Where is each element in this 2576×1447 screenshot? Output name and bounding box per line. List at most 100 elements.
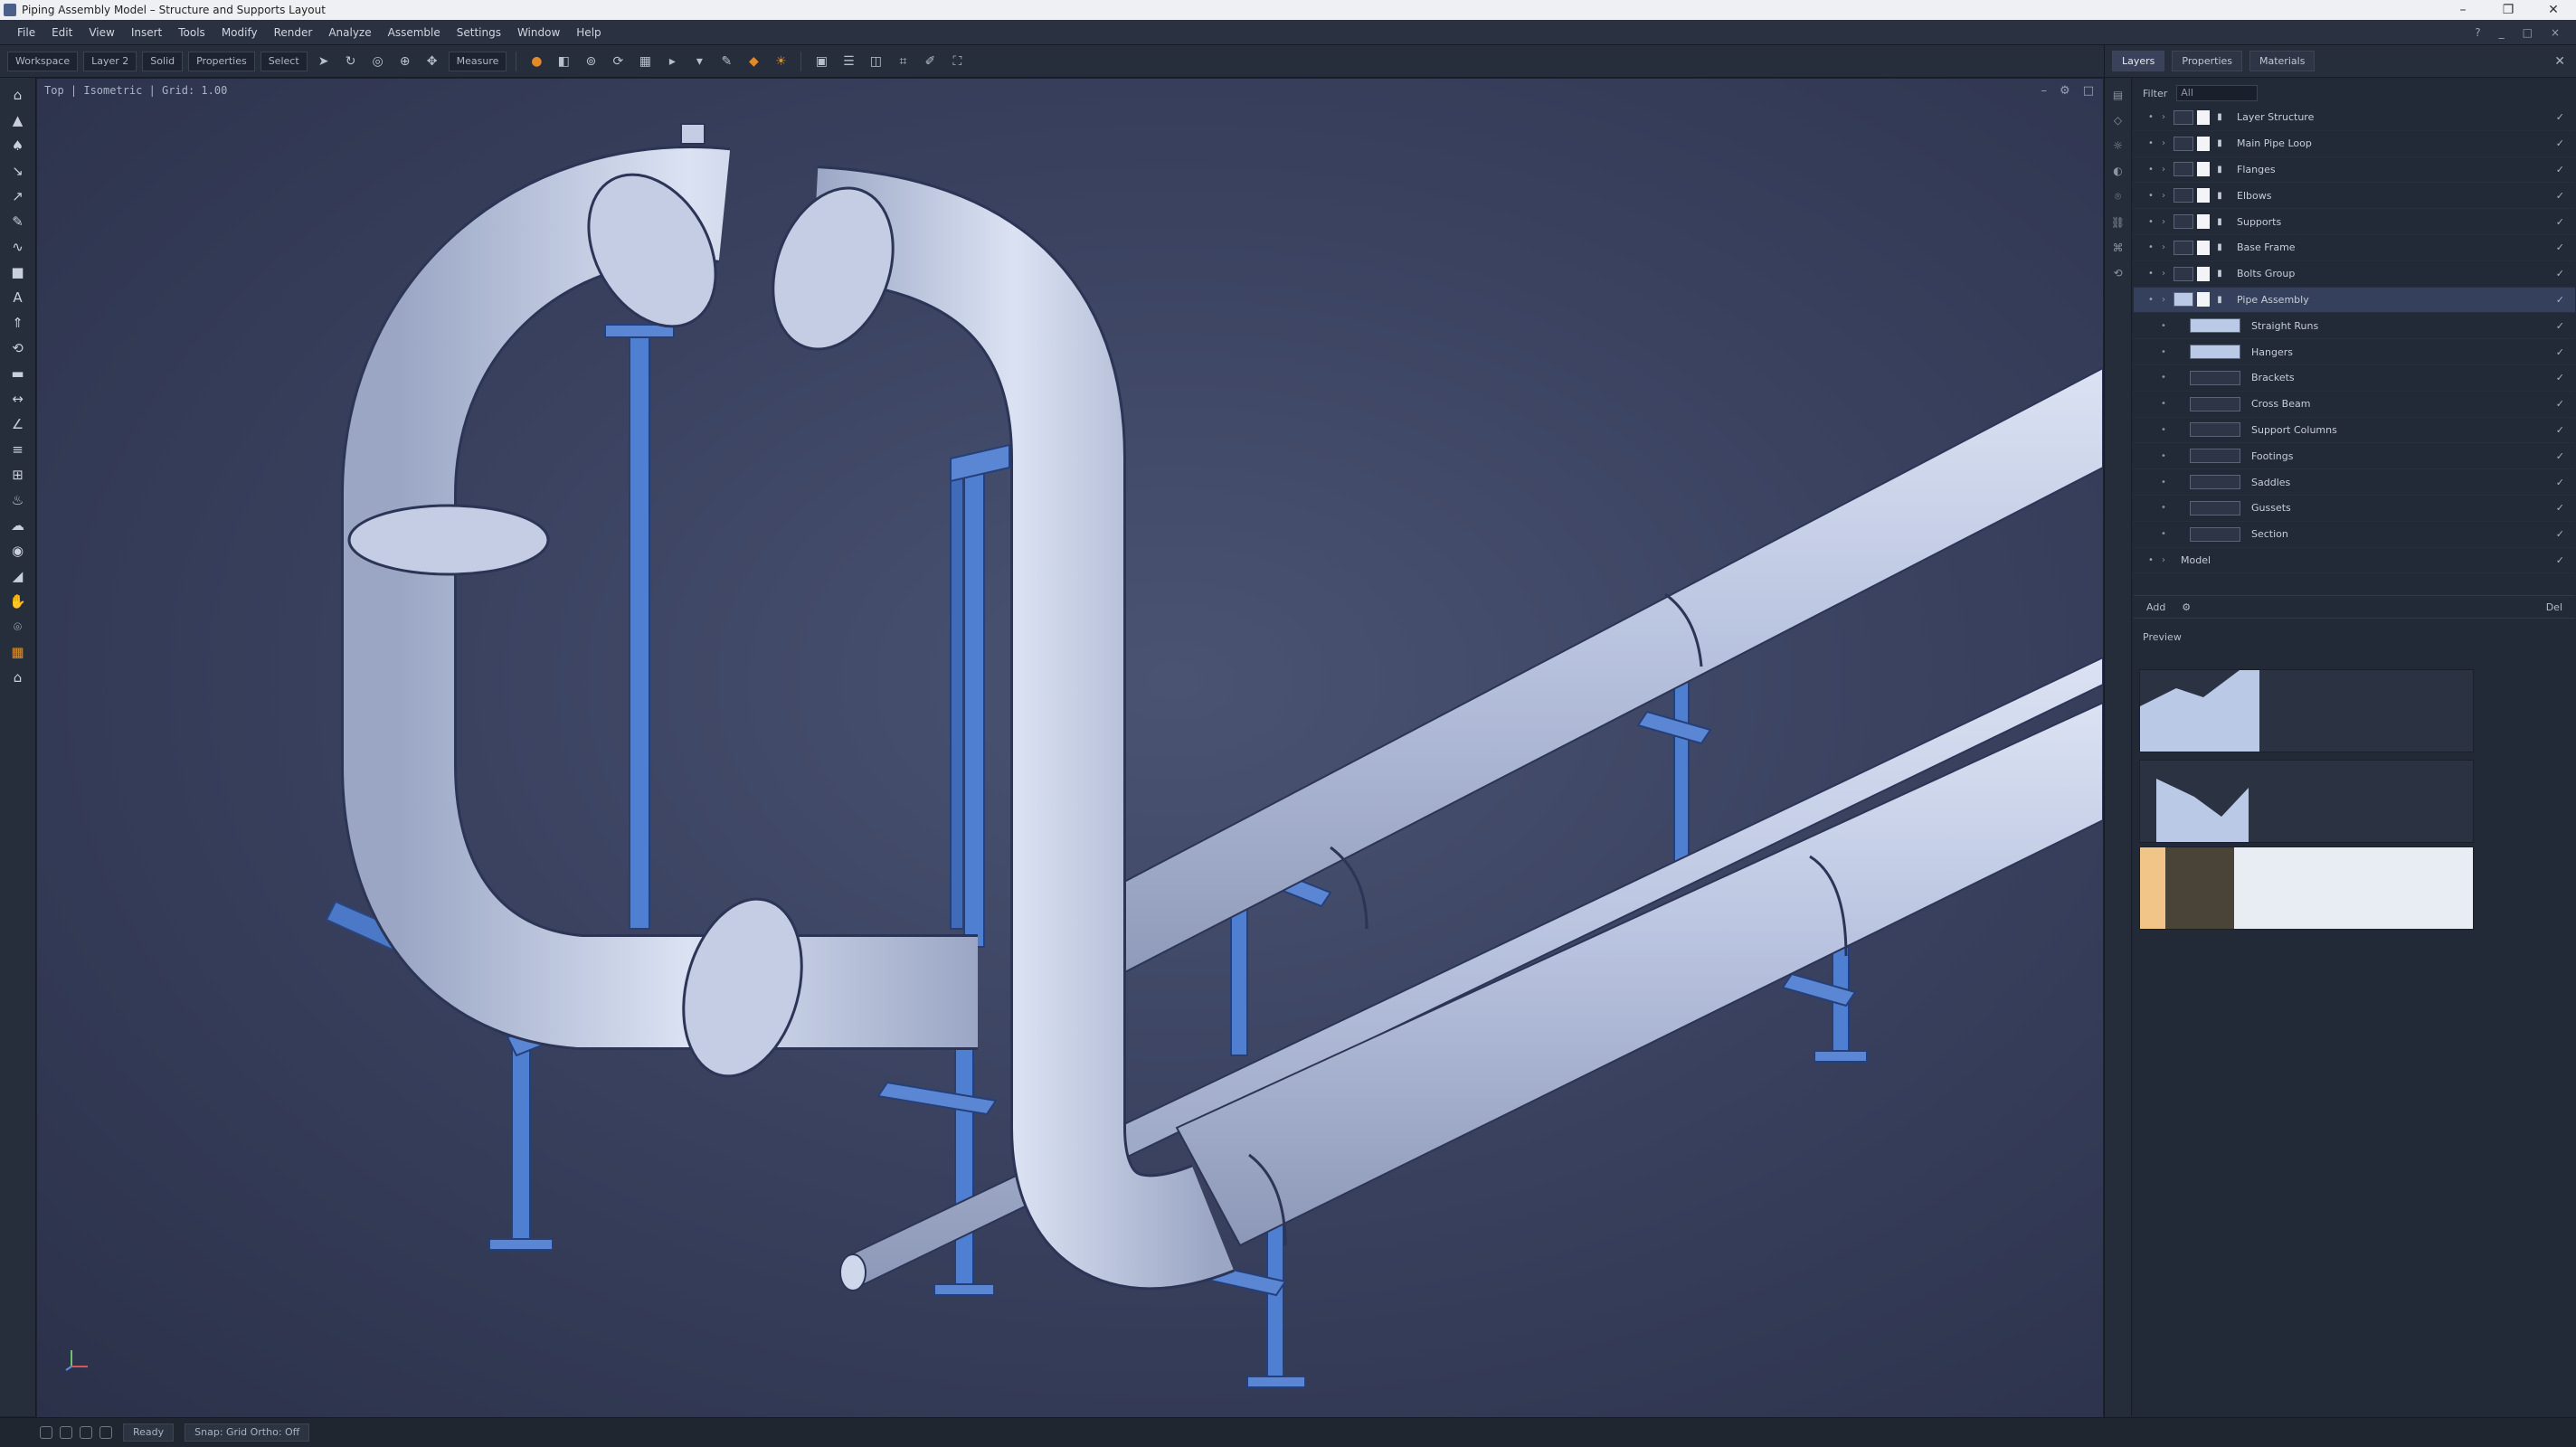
dimension-tool-icon[interactable]: ↔: [6, 389, 30, 409]
3d-viewport[interactable]: Top | Isometric | Grid: 1.00 – ⚙ □: [37, 79, 2103, 1417]
lock-icon[interactable]: ▮: [2213, 191, 2226, 201]
eye-icon[interactable]: •: [2145, 138, 2157, 148]
text-tool-icon[interactable]: A: [6, 288, 30, 307]
style-select[interactable]: Solid: [142, 51, 184, 71]
lock-icon[interactable]: ▮: [2213, 165, 2226, 175]
eye-icon[interactable]: •: [2145, 165, 2157, 175]
minimize-icon[interactable]: –: [2440, 3, 2486, 17]
visibility-check-icon[interactable]: ✓: [2556, 216, 2564, 228]
grid-icon[interactable]: ▦: [634, 52, 656, 71]
lock-icon[interactable]: ▮: [2213, 138, 2226, 148]
visibility-check-icon[interactable]: ✓: [2556, 450, 2564, 462]
panel-close-icon[interactable]: ✕: [2554, 54, 2576, 69]
expand-icon[interactable]: •: [2157, 347, 2170, 357]
layer-row[interactable]: • Straight Runs ✓: [2134, 313, 2575, 340]
preview-swatch-1[interactable]: [2139, 669, 2474, 752]
menu-help[interactable]: Help: [568, 26, 609, 39]
layer-row[interactable]: • Footings ✓: [2134, 443, 2575, 470]
menu-view[interactable]: View: [80, 26, 122, 39]
line-tool-icon[interactable]: ↗: [6, 186, 30, 206]
restore-icon[interactable]: ❐: [2486, 3, 2531, 17]
pan-icon[interactable]: ✥: [421, 52, 443, 71]
camera-tool-icon[interactable]: ⌾: [6, 617, 30, 637]
section-icon[interactable]: ◫: [865, 52, 886, 71]
layer-row[interactable]: • › ▮ Pipe Assembly ✓: [2134, 287, 2575, 314]
layer-row[interactable]: • › ▮ Main Pipe Loop ✓: [2134, 131, 2575, 157]
strip-link-icon[interactable]: ⛓: [2111, 216, 2125, 229]
layer-row[interactable]: • Gussets ✓: [2134, 496, 2575, 522]
maximize-doc-icon[interactable]: □: [2523, 26, 2533, 39]
expand-icon[interactable]: ›: [2157, 191, 2170, 201]
visibility-check-icon[interactable]: ✓: [2556, 320, 2564, 332]
menu-modify[interactable]: Modify: [213, 26, 266, 39]
help-icon[interactable]: ?: [2475, 26, 2480, 39]
lock-icon[interactable]: ▮: [2213, 295, 2226, 305]
paint-tool-icon[interactable]: ♠: [6, 136, 30, 156]
expand-icon[interactable]: •: [2157, 478, 2170, 487]
expand-icon[interactable]: ›: [2157, 295, 2170, 305]
orbit-icon[interactable]: ◎: [367, 52, 389, 71]
sweep-tool-icon[interactable]: ⟲: [6, 338, 30, 358]
properties-select[interactable]: Properties: [188, 51, 255, 71]
visibility-check-icon[interactable]: ✓: [2556, 137, 2564, 149]
hand-tool-icon[interactable]: ✋: [6, 591, 30, 611]
visibility-check-icon[interactable]: ✓: [2556, 502, 2564, 514]
visibility-check-icon[interactable]: ✓: [2556, 477, 2564, 488]
visibility-check-icon[interactable]: ✓: [2556, 268, 2564, 279]
lock-icon[interactable]: ▮: [2213, 217, 2226, 227]
preview-swatch-3[interactable]: [2139, 846, 2474, 930]
visibility-check-icon[interactable]: ✓: [2556, 398, 2564, 410]
box-tool-icon[interactable]: ■: [6, 262, 30, 282]
workspace-select[interactable]: Workspace: [7, 51, 79, 71]
eye-icon[interactable]: •: [2145, 295, 2157, 305]
cube-icon[interactable]: ◧: [553, 52, 574, 71]
preview-swatch-2[interactable]: [2139, 760, 2474, 843]
delete-layer-button[interactable]: Del: [2546, 601, 2575, 613]
eye-icon[interactable]: •: [2145, 112, 2157, 122]
expand-icon[interactable]: •: [2157, 503, 2170, 513]
layer-select[interactable]: Layer 2: [83, 51, 137, 71]
select-mode[interactable]: Select: [260, 51, 308, 71]
strip-camera-icon[interactable]: ⌾: [2115, 190, 2121, 203]
ortho-icon[interactable]: [60, 1426, 72, 1439]
expand-icon[interactable]: •: [2157, 373, 2170, 383]
wand-icon[interactable]: ✎: [715, 52, 737, 71]
play-icon[interactable]: ▸: [661, 52, 683, 71]
camera-icon[interactable]: ⌗: [892, 52, 914, 71]
filter-input[interactable]: All: [2176, 85, 2259, 101]
menu-file[interactable]: File: [9, 26, 43, 39]
mesh-tool-icon[interactable]: ⊞: [6, 465, 30, 485]
visibility-check-icon[interactable]: ✓: [2556, 294, 2564, 306]
layer-row[interactable]: • › ▮ Elbows ✓: [2134, 183, 2575, 210]
angle-tool-icon[interactable]: ∠: [6, 414, 30, 434]
menu-insert[interactable]: Insert: [123, 26, 170, 39]
layer-row[interactable]: • Cross Beam ✓: [2134, 392, 2575, 418]
visibility-check-icon[interactable]: ✓: [2556, 190, 2564, 202]
strip-object-icon[interactable]: ◇: [2114, 114, 2122, 127]
triangle-tool-icon[interactable]: ▲: [6, 110, 30, 130]
cloud-tool-icon[interactable]: ☁: [6, 515, 30, 535]
menu-edit[interactable]: Edit: [43, 26, 80, 39]
expand-icon[interactable]: •: [2157, 321, 2170, 331]
strip-tag-icon[interactable]: ⌘: [2113, 241, 2124, 254]
pen-tool-icon[interactable]: ✎: [6, 212, 30, 232]
expand-icon[interactable]: •: [2157, 425, 2170, 435]
pointer-icon[interactable]: ➤: [313, 52, 335, 71]
edit-icon[interactable]: ✐: [919, 52, 941, 71]
eye-icon[interactable]: •: [2145, 191, 2157, 201]
grid-toggle-icon[interactable]: [80, 1426, 92, 1439]
select-tool-icon[interactable]: ⌂: [6, 85, 30, 105]
visibility-check-icon[interactable]: ✓: [2556, 164, 2564, 175]
light-icon[interactable]: ☀: [770, 52, 791, 71]
expand-icon[interactable]: ›: [2157, 269, 2170, 279]
lock-icon[interactable]: ▮: [2213, 112, 2226, 122]
layer-row[interactable]: • › ▮ Layer Structure ✓: [2134, 105, 2575, 131]
layer-options-icon[interactable]: ⚙: [2182, 601, 2191, 613]
visibility-check-icon[interactable]: ✓: [2556, 346, 2564, 358]
fullscreen-icon[interactable]: ⛶: [946, 52, 968, 71]
expand-icon[interactable]: ›: [2157, 555, 2170, 565]
menu-tools[interactable]: Tools: [170, 26, 213, 39]
visibility-check-icon[interactable]: ✓: [2556, 241, 2564, 253]
tab-materials[interactable]: Materials: [2249, 51, 2316, 71]
menu-settings[interactable]: Settings: [449, 26, 509, 39]
